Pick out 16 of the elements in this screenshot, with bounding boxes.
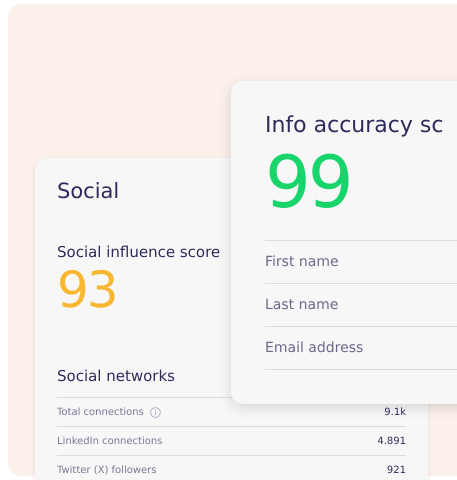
card-title: Info accuracy sc [265, 113, 444, 138]
section-title: Social networks [57, 367, 175, 385]
score-label: Social influence score [57, 243, 220, 261]
info-icon[interactable] [150, 406, 161, 418]
row-value: 921 [386, 464, 406, 476]
field-label: First name [265, 254, 339, 270]
row-value: 9.1k [384, 406, 406, 418]
field-label: Last name [265, 297, 338, 313]
row-label: Total connections [57, 406, 144, 418]
card-title: Social [57, 179, 120, 203]
field-label: Email address [265, 340, 364, 356]
row-value: 4.891 [377, 436, 406, 446]
score-value: 93 [57, 265, 117, 315]
score-value: 99 [265, 146, 351, 218]
row-label: LinkedIn connections [57, 436, 162, 446]
row-label: Twitter (X) followers [57, 464, 156, 476]
